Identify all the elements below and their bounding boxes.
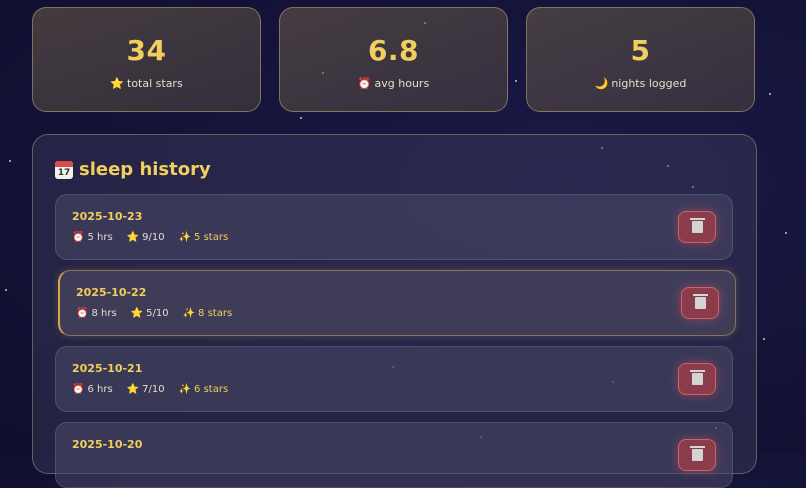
stat-card-avg-hours: 6.8 ⏰ avg hours	[279, 7, 508, 112]
entry-quality: 7/10	[142, 384, 165, 395]
alarm-clock-icon: ⏰	[76, 308, 89, 319]
trash-icon	[689, 370, 705, 385]
sparkle-icon: ✨	[182, 308, 196, 319]
delete-button[interactable]	[678, 363, 716, 395]
alarm-clock-icon: ⏰	[72, 232, 85, 243]
trash-icon	[689, 446, 705, 461]
delete-button[interactable]	[681, 287, 719, 319]
entry-stars: 5 stars	[194, 232, 229, 243]
entry-hours: 8 hrs	[91, 308, 117, 319]
history-entry[interactable]: 2025-10-23 ⏰ 5 hrs ⭐ 9/10 ✨ 5 stars	[55, 194, 733, 260]
delete-button[interactable]	[678, 439, 716, 471]
entry-stars: 8 stars	[198, 308, 233, 319]
sparkle-icon: ✨	[178, 384, 192, 395]
history-entry[interactable]: 2025-10-22 ⏰ 8 hrs ⭐ 5/10 ✨ 8 stars	[58, 270, 736, 336]
entry-hours: 5 hrs	[87, 232, 113, 243]
stat-card-nights-logged: 5 🌙 nights logged	[526, 7, 755, 112]
section-title: 17 sleep history	[55, 159, 211, 180]
stat-value: 5	[630, 34, 651, 67]
trash-icon	[692, 294, 708, 309]
entry-stars: 6 stars	[194, 384, 229, 395]
history-entry[interactable]: 2025-10-20	[55, 422, 733, 488]
entry-date: 2025-10-21	[72, 362, 143, 375]
history-entry[interactable]: 2025-10-21 ⏰ 6 hrs ⭐ 7/10 ✨ 6 stars	[55, 346, 733, 412]
entry-meta: ⏰ 5 hrs ⭐ 9/10 ✨ 5 stars	[72, 232, 228, 243]
calendar-icon: 17	[55, 160, 73, 179]
stat-label: ⭐ total stars	[110, 77, 183, 90]
stat-card-total-stars: 34 ⭐ total stars	[32, 7, 261, 112]
entry-date: 2025-10-23	[72, 210, 143, 223]
trash-icon	[689, 218, 705, 233]
star-icon: ⭐	[110, 77, 124, 90]
sparkle-icon: ✨	[178, 232, 192, 243]
sleep-history-panel: 17 sleep history 2025-10-23 ⏰ 5 hrs ⭐ 9/10…	[32, 134, 757, 488]
entry-quality: 5/10	[146, 308, 169, 319]
stat-value: 34	[126, 34, 167, 67]
entry-date: 2025-10-22	[76, 286, 147, 299]
entry-date: 2025-10-20	[72, 438, 143, 451]
alarm-clock-icon: ⏰	[357, 77, 372, 90]
stat-value: 6.8	[367, 34, 420, 67]
entry-meta: ⏰ 8 hrs ⭐ 5/10 ✨ 8 stars	[76, 308, 232, 319]
star-icon: ⭐	[126, 232, 140, 243]
stat-label: ⏰ avg hours	[357, 77, 430, 90]
stat-label: 🌙 nights logged	[594, 77, 687, 90]
delete-button[interactable]	[678, 211, 716, 243]
entry-quality: 9/10	[142, 232, 165, 243]
entry-meta: ⏰ 6 hrs ⭐ 7/10 ✨ 6 stars	[72, 384, 228, 395]
entry-hours: 6 hrs	[87, 384, 113, 395]
alarm-clock-icon: ⏰	[72, 384, 85, 395]
star-icon: ⭐	[126, 384, 140, 395]
moon-icon: 🌙	[594, 77, 609, 90]
star-icon: ⭐	[130, 308, 144, 319]
